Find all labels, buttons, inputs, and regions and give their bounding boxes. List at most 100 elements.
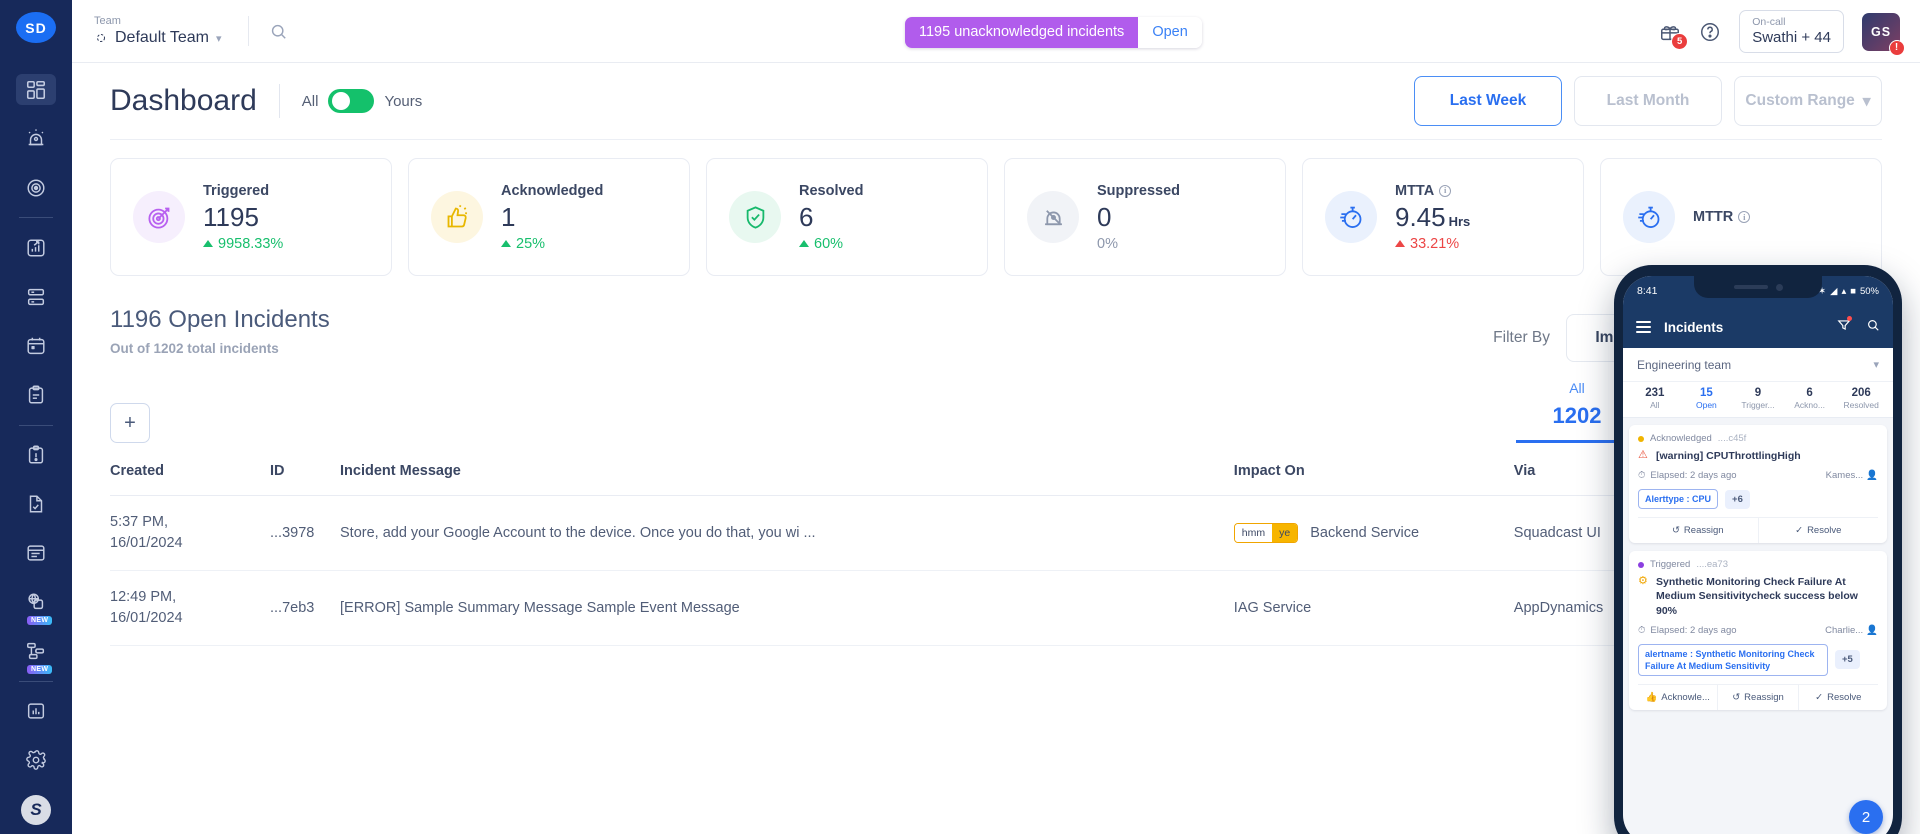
stat-label-resolved: Resolved <box>799 182 864 199</box>
column-id[interactable]: ID <box>270 449 340 496</box>
phone-incident-tag-more[interactable]: +6 <box>1725 489 1750 509</box>
open-incidents-title: 1196 Open Incidents <box>110 306 330 333</box>
sidebar-item-runbooks[interactable] <box>16 380 56 411</box>
phone-team-selector[interactable]: Engineering team ▾ <box>1623 348 1893 382</box>
user-avatar[interactable]: GS ! <box>1862 12 1905 56</box>
clipboard-lines-icon <box>28 385 44 404</box>
phone-incident-tag[interactable]: Alerttype : CPU <box>1638 489 1719 510</box>
phone-acknowledge-button[interactable]: 👍 Acknowle... <box>1638 685 1719 711</box>
banner-text: 1195 unacknowledged incidents <box>905 17 1139 48</box>
stat-delta-suppressed: 0% <box>1097 236 1180 252</box>
phone-stat-triggered[interactable]: 9 Trigger... <box>1732 387 1784 410</box>
chevron-down-icon: ▾ <box>1873 359 1879 371</box>
sidebar-item-settings[interactable] <box>16 745 56 776</box>
sidebar-item-webforms[interactable] <box>16 538 56 569</box>
range-last-week-button[interactable]: Last Week <box>1414 76 1562 126</box>
clock-icon: ⏱ <box>1638 624 1646 636</box>
phone-incident-assignee: Kames... <box>1825 470 1864 482</box>
search-icon[interactable] <box>269 22 288 41</box>
phone-stat-resolved[interactable]: 206 Resolved <box>1835 387 1887 410</box>
scope-toggle[interactable] <box>328 89 375 113</box>
person-icon: 👤 <box>1866 470 1878 482</box>
cell-message[interactable]: [ERROR] Sample Summary Message Sample Ev… <box>340 570 1234 647</box>
sidebar-item-analytics[interactable] <box>16 232 56 263</box>
sidebar-item-on-call[interactable] <box>16 172 56 203</box>
phone-incident-tag-more[interactable]: +5 <box>1835 650 1860 670</box>
sidebar-item-schedules[interactable] <box>16 330 56 361</box>
target-circle-icon <box>27 179 45 197</box>
menu-icon[interactable] <box>1636 321 1651 333</box>
phone-stat-open[interactable]: 15 Open <box>1681 387 1733 410</box>
stat-card-resolved[interactable]: Resolved 6 60% <box>706 158 988 276</box>
created-date: 16/01/2024 <box>110 535 183 552</box>
sidebar-item-incidents[interactable] <box>16 123 56 154</box>
team-flower-icon <box>94 31 108 45</box>
mobile-app-mockup: 8:41 ✶ ◢ ▴ ■ 50% Incidents Engineering t… <box>1614 265 1902 834</box>
column-created[interactable]: Created <box>110 449 270 496</box>
phone-incident-card[interactable]: Acknowledged ....c45f ⚠ [warning] CPUThr… <box>1629 425 1887 544</box>
filter-by-label: Filter By <box>1493 329 1550 346</box>
phone-incident-assignee: Charlie... <box>1825 624 1864 636</box>
phone-reassign-button[interactable]: ↺ Reassign <box>1638 518 1759 544</box>
phone-incident-card[interactable]: Triggered ....ea73 ⚙ Synthetic Monitorin… <box>1629 551 1887 711</box>
phone-fab-badge: 2 <box>1861 808 1871 826</box>
sidebar-item-postmortems[interactable] <box>16 439 56 470</box>
workspace-logo[interactable]: SD <box>16 12 56 44</box>
signal-icon: ▴ <box>1841 285 1847 297</box>
sidebar-item-dashboard[interactable] <box>16 74 56 106</box>
phone-stat-all[interactable]: 231 All <box>1629 387 1681 410</box>
info-icon[interactable]: i <box>1439 184 1452 197</box>
workflow-nodes-icon <box>27 643 45 660</box>
cell-message[interactable]: Store, add your Google Account to the de… <box>340 495 1234 572</box>
phone-stat-all-label: All <box>1650 400 1660 410</box>
search-icon[interactable] <box>1866 318 1880 337</box>
banner-open-link[interactable]: Open <box>1138 17 1202 48</box>
phone-stat-row: 231 All 15 Open 9 Trigger... 6 Ackno... … <box>1623 382 1893 418</box>
help-button[interactable] <box>1699 21 1721 43</box>
cell-impact-on: IAG Service <box>1233 570 1514 647</box>
sidebar-item-workflows[interactable]: NEW <box>16 636 56 674</box>
stat-card-triggered[interactable]: Triggered 1195 9958.33% <box>110 158 392 276</box>
stat-delta-value-suppressed: 0% <box>1097 235 1118 252</box>
team-selector[interactable]: Team Default Team ▾ <box>94 15 222 47</box>
phone-acknowledge-label: Acknowle... <box>1661 692 1710 704</box>
sidebar-item-status-page[interactable] <box>16 489 56 520</box>
on-call-widget[interactable]: On-call Swathi + 44 <box>1739 10 1844 53</box>
stat-delta-value-resolved: 60% <box>814 235 844 252</box>
sidebar-item-global-event-ruleset[interactable]: NEW <box>16 587 56 625</box>
phone-screen: 8:41 ✶ ◢ ▴ ■ 50% Incidents Engineering t… <box>1623 276 1893 834</box>
stat-card-mttr[interactable]: MTTR i <box>1600 158 1882 276</box>
gift-button[interactable]: 5 <box>1659 21 1689 50</box>
range-last-month-button[interactable]: Last Month <box>1574 76 1722 126</box>
sidebar-item-squadcast-logo[interactable]: S <box>16 794 56 825</box>
phone-reassign-button[interactable]: ↺ Reassign <box>1718 685 1799 711</box>
shield-check-icon <box>729 191 781 243</box>
cell-id: ...3978 <box>270 495 340 572</box>
stat-delta-triggered: 9958.33% <box>203 236 283 252</box>
column-impact-on[interactable]: Impact On <box>1233 449 1514 496</box>
phone-battery-percent: 50% <box>1859 285 1879 297</box>
column-incident-message[interactable]: Incident Message <box>340 449 1234 496</box>
phone-fab-button[interactable]: 2 <box>1849 800 1883 834</box>
range-custom-label: Custom Range <box>1745 92 1855 109</box>
range-custom-button[interactable]: Custom Range ▾ <box>1734 76 1882 126</box>
phone-incident-tag[interactable]: alertname : Synthetic Monitoring Check F… <box>1638 643 1828 677</box>
unacknowledged-incidents-banner[interactable]: 1195 unacknowledged incidents Open <box>905 17 1202 48</box>
scope-toggle-group[interactable]: All Yours <box>302 89 422 113</box>
stat-card-suppressed[interactable]: Suppressed 0 0% <box>1004 158 1286 276</box>
sidebar-badge-new-2: NEW <box>27 664 53 674</box>
filter-icon[interactable] <box>1837 315 1852 337</box>
phone-stat-acknowledged[interactable]: 6 Ackno... <box>1784 387 1836 410</box>
info-icon[interactable]: i <box>1738 211 1751 223</box>
stat-card-acknowledged[interactable]: Acknowledged 1 25% <box>408 158 690 276</box>
stat-card-mtta[interactable]: MTTA i 9.45 Hrs 33.21% <box>1302 158 1584 276</box>
sidebar-item-reports[interactable] <box>16 696 56 727</box>
add-filter-button[interactable]: + <box>110 403 150 443</box>
phone-notch <box>1694 276 1822 298</box>
incident-tag[interactable]: hmm ye <box>1233 523 1299 544</box>
phone-resolve-button[interactable]: ✓ Resolve <box>1759 518 1879 543</box>
sidebar-item-services[interactable] <box>16 281 56 312</box>
phone-resolve-button[interactable]: ✓ Resolve <box>1799 685 1878 710</box>
stat-label-mttr: MTTR <box>1693 209 1734 225</box>
stat-delta-acknowledged: 25% <box>501 236 603 252</box>
